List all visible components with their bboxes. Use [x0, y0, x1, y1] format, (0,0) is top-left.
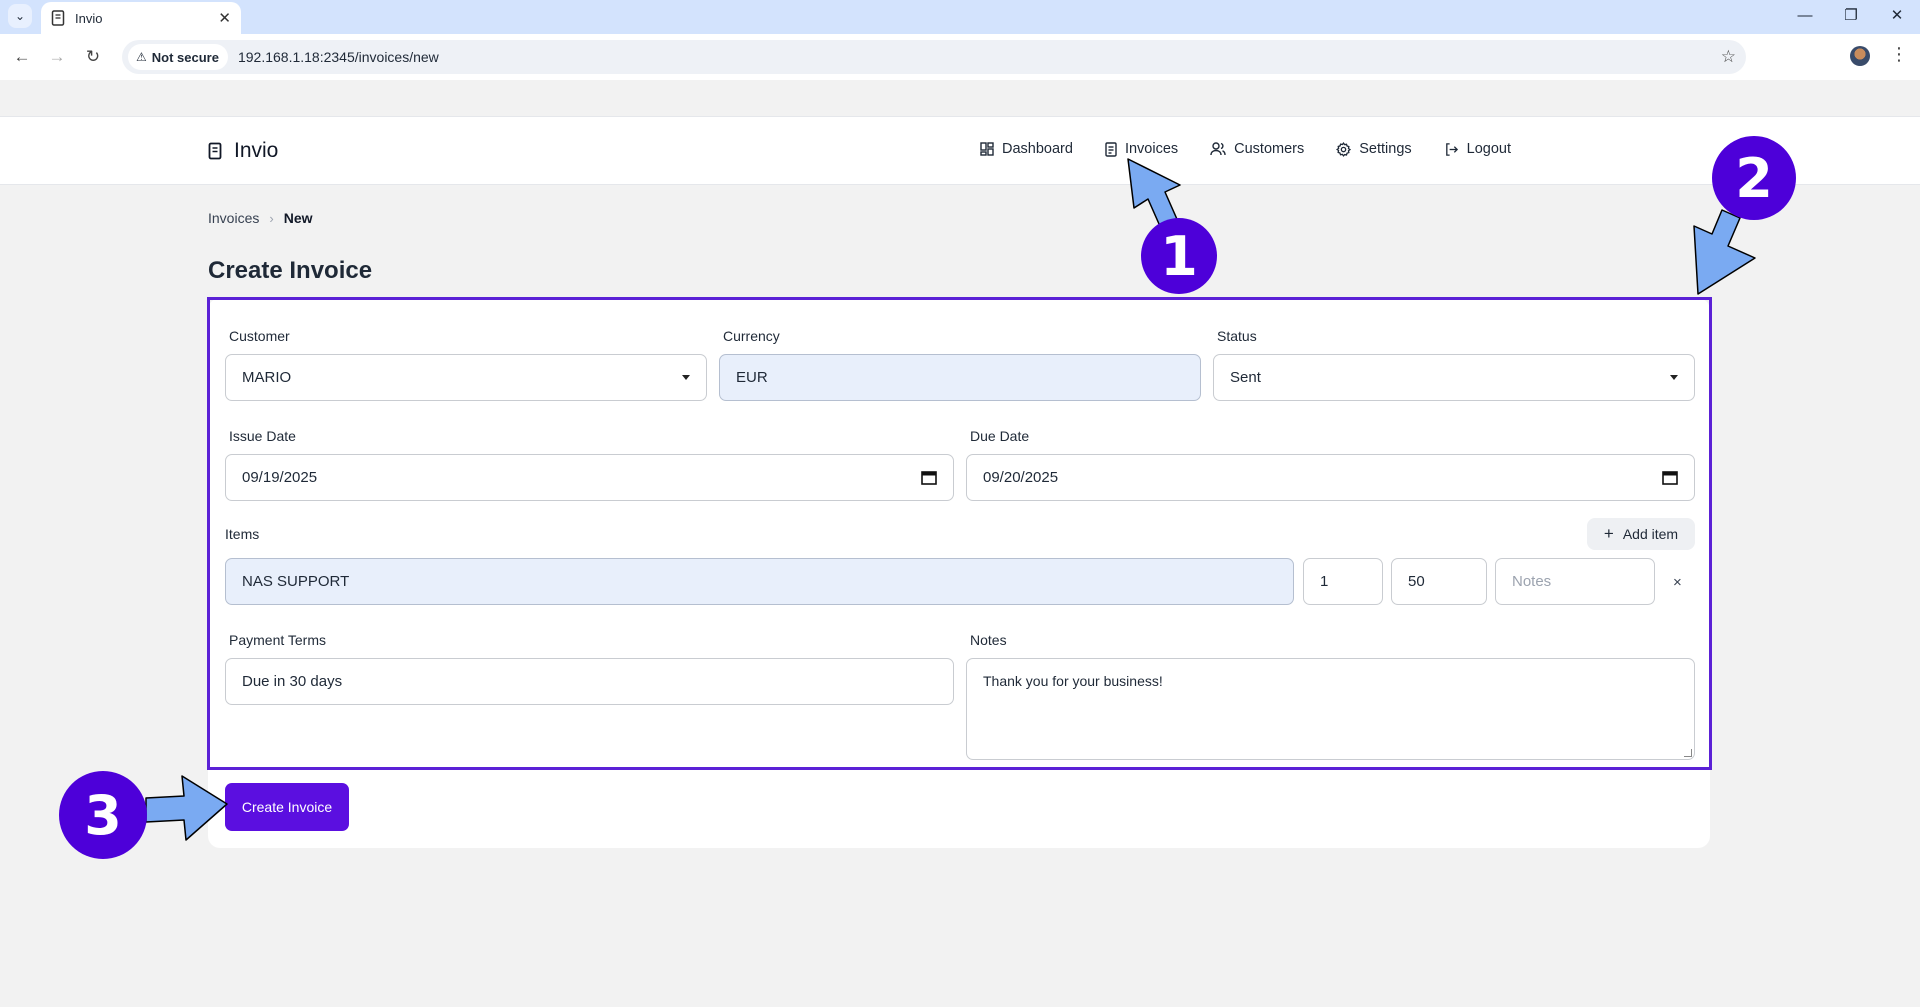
- annotation-arrows: [145, 158, 1756, 841]
- arrow-2: [1693, 209, 1756, 295]
- arrow-3: [145, 775, 228, 841]
- annotation-marker-2: 2: [1712, 136, 1796, 220]
- annotation-marker-3: 3: [59, 771, 147, 859]
- annotation-marker-1: 1: [1141, 218, 1217, 294]
